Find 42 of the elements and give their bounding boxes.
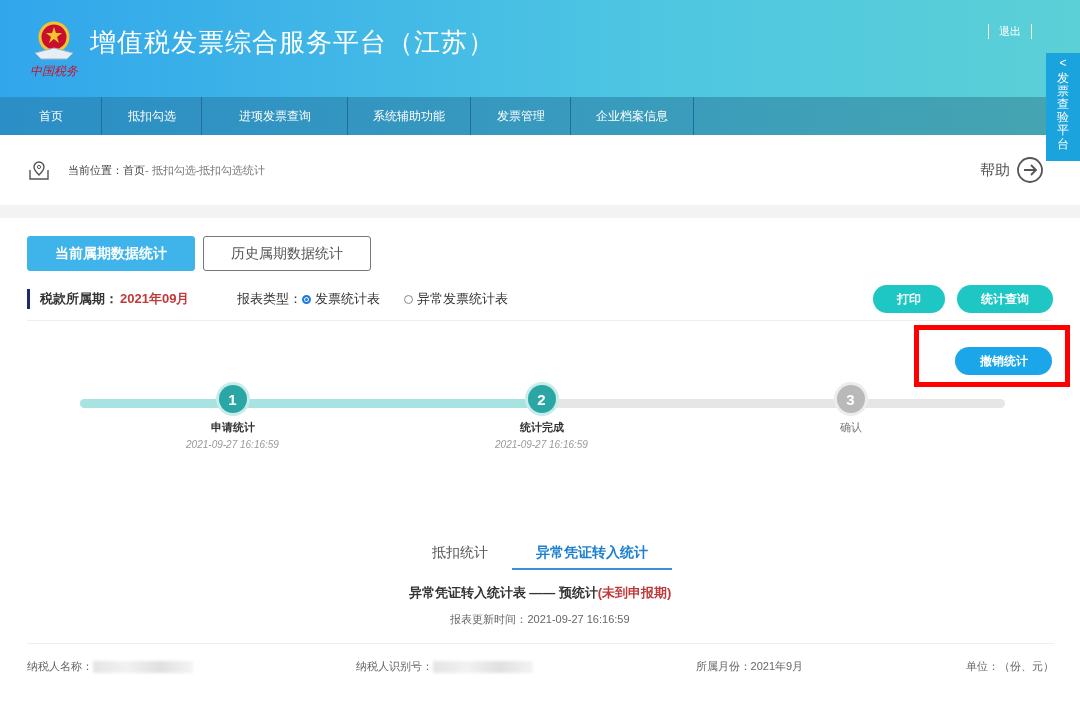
period-tab[interactable]: 历史属期数据统计 bbox=[203, 236, 371, 271]
report-tab[interactable]: 异常凭证转入统计 bbox=[512, 542, 672, 570]
emblem-caption: 中国税务 bbox=[30, 63, 78, 80]
report-update-time: 报表更新时间：2021-09-27 16:16:59 bbox=[449, 612, 631, 627]
step-number: 3 bbox=[836, 385, 865, 413]
report-type-option[interactable]: 发票统计表 bbox=[302, 290, 381, 308]
step-number: 2 bbox=[527, 385, 556, 413]
nav-item[interactable]: 企业档案信息 bbox=[571, 97, 694, 135]
side-tab[interactable]: < 发票查验平台 bbox=[1046, 53, 1080, 161]
info-label: 纳税人识别号： bbox=[355, 659, 433, 674]
help-link[interactable]: 帮助 bbox=[980, 156, 1044, 184]
nav-item[interactable]: 进项发票查询 bbox=[202, 97, 348, 135]
step-label: 申请统计 bbox=[210, 420, 255, 435]
info-label: 所属月份：2021年9月 bbox=[695, 659, 804, 674]
step-time: 2021-09-27 16:16:59 bbox=[186, 439, 279, 450]
arrow-circle-icon bbox=[1016, 156, 1044, 184]
step-time: 2021-09-27 16:16:59 bbox=[495, 439, 588, 450]
report-tab[interactable]: 抵扣统计 bbox=[408, 542, 512, 570]
report-type-option[interactable]: 异常发票统计表 bbox=[404, 290, 509, 308]
logout-link[interactable]: 退出 bbox=[988, 24, 1032, 39]
period-label: 税款所属期： bbox=[40, 290, 118, 308]
info-label: 纳税人名称： bbox=[27, 659, 93, 674]
breadcrumb-link[interactable]: 首页 bbox=[123, 162, 145, 178]
info-label: 单位：（份、元） bbox=[966, 659, 1054, 674]
period-value: 2021年09月 bbox=[120, 290, 190, 308]
action-button[interactable]: 打印 bbox=[873, 285, 945, 313]
report-title: 异常凭证转入统计表 —— 预统计(未到申报期) bbox=[407, 584, 673, 602]
cancel-statistics-button[interactable]: 撤销统计 bbox=[955, 347, 1052, 375]
step-label: 确认 bbox=[839, 420, 862, 435]
nav-item[interactable]: 发票管理 bbox=[471, 97, 571, 135]
platform-title: 增值税发票综合服务平台（江苏） bbox=[90, 26, 495, 59]
step-label: 统计完成 bbox=[519, 420, 564, 435]
action-button[interactable]: 统计查询 bbox=[957, 285, 1053, 313]
nav-item[interactable]: 抵扣勾选 bbox=[102, 97, 202, 135]
nav-item[interactable]: 首页 bbox=[0, 97, 102, 135]
report-type-label: 报表类型： bbox=[237, 290, 303, 308]
map-pin-icon bbox=[28, 160, 50, 180]
period-tab[interactable]: 当前属期数据统计 bbox=[27, 236, 195, 271]
nav-item[interactable]: 系统辅助功能 bbox=[348, 97, 471, 135]
step-number: 1 bbox=[218, 385, 247, 413]
breadcrumb-label: 当前位置： bbox=[68, 162, 123, 178]
breadcrumb-path: - 抵扣勾选-抵扣勾选统计 bbox=[145, 162, 266, 178]
